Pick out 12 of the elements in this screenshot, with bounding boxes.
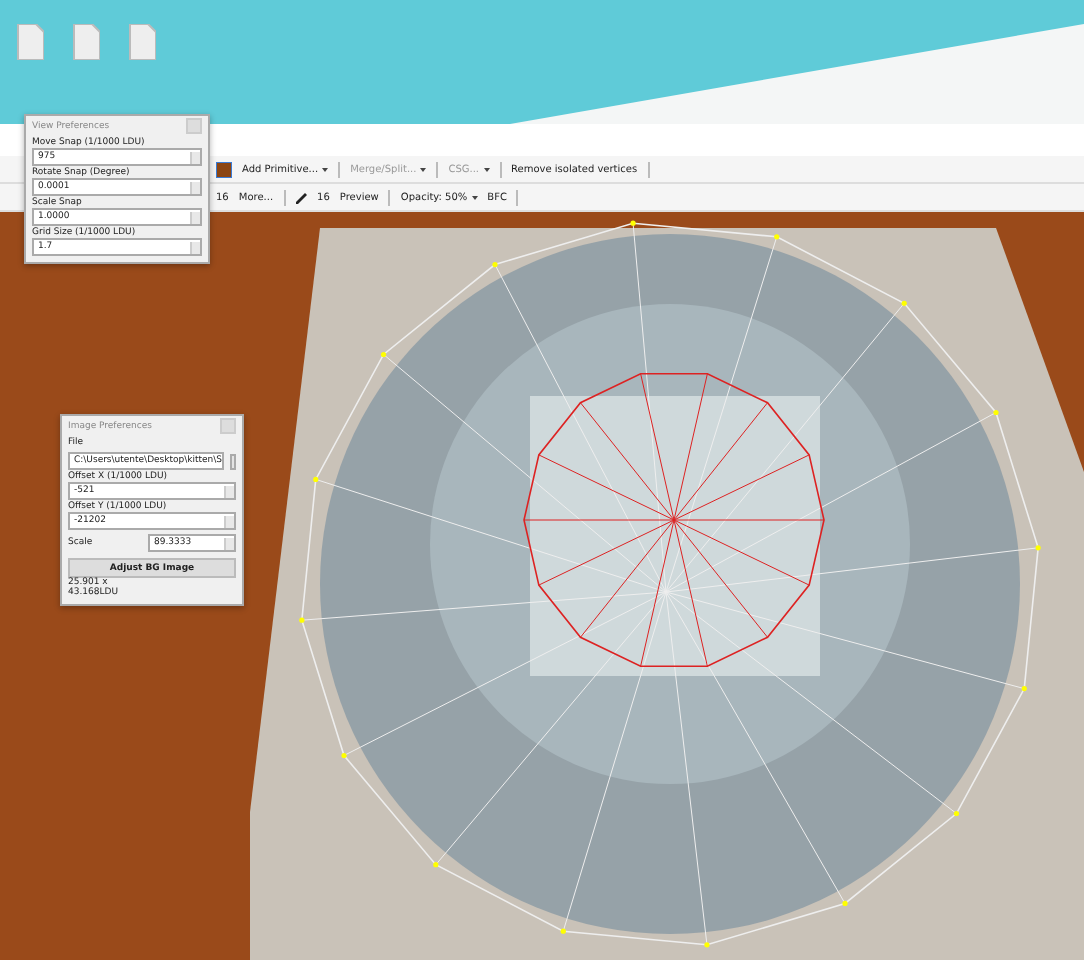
- caret-icon: [322, 167, 329, 171]
- file-icon[interactable]: [72, 24, 100, 60]
- caret-icon: [483, 167, 490, 171]
- file-icon[interactable]: [16, 24, 44, 60]
- caret-icon: [420, 167, 427, 171]
- close-icon[interactable]: [186, 118, 202, 134]
- file-icon[interactable]: [128, 24, 156, 60]
- caret-icon: [471, 195, 478, 199]
- image-icon[interactable]: [216, 161, 232, 177]
- pen-icon[interactable]: [295, 191, 308, 203]
- close-icon[interactable]: [220, 418, 236, 434]
- browse-button[interactable]: [230, 453, 236, 469]
